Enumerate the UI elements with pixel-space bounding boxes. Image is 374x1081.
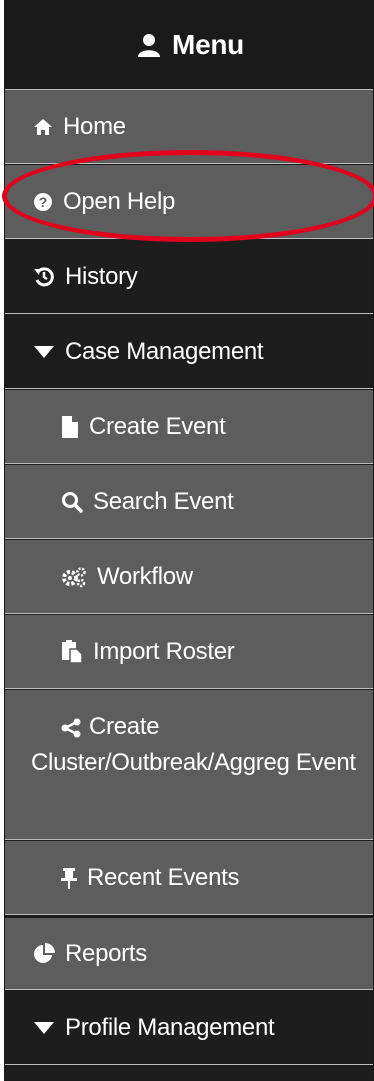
sidebar-item-label: Create: [61, 710, 373, 744]
sidebar-item-label: Search Event: [93, 487, 234, 515]
sidebar-item-label: Home: [63, 112, 126, 140]
search-icon: [61, 491, 83, 513]
side-menu: Menu Home ? Open Help History Case Manag…: [4, 0, 374, 1081]
sidebar-item-profile-management[interactable]: Profile Management: [5, 991, 373, 1065]
sidebar-item-label-line1: Create: [89, 713, 160, 740]
sidebar-item-workflow[interactable]: Workflow: [5, 540, 373, 614]
sidebar-item-label: Recent Events: [87, 863, 240, 891]
sidebar-item-home[interactable]: Home: [5, 90, 373, 164]
sidebar-item-label: Create Event: [89, 412, 226, 440]
history-icon: [33, 266, 55, 288]
sidebar-item-label: Import Roster: [93, 637, 235, 665]
sidebar-item-history[interactable]: History: [5, 240, 373, 314]
user-icon: [136, 32, 162, 58]
svg-text:?: ?: [39, 194, 48, 210]
home-icon: [33, 117, 53, 137]
sidebar-item-open-help[interactable]: ? Open Help: [5, 165, 373, 239]
sidebar-item-label: Open Help: [63, 187, 176, 215]
sidebar-item-label: Workflow: [97, 562, 193, 590]
sidebar-item-label: Case Management: [65, 337, 264, 365]
sidebar-item-label: Reports: [65, 939, 147, 967]
pie-chart-icon: [33, 942, 55, 965]
sidebar-item-create-event[interactable]: Create Event: [5, 390, 373, 464]
sidebar-item-label-rest: Cluster/Outbreak/Aggreg Event: [31, 749, 356, 776]
share-icon: [61, 718, 81, 738]
sidebar-item-case-management[interactable]: Case Management: [5, 315, 373, 389]
sidebar-item-label: History: [65, 262, 138, 290]
sidebar-item-recent-events[interactable]: Recent Events: [5, 841, 373, 915]
file-icon: [61, 415, 79, 439]
sidebar-item-import-roster[interactable]: Import Roster: [5, 615, 373, 689]
pushpin-icon: [61, 867, 77, 889]
caret-down-icon: [33, 345, 55, 359]
cogs-icon: [61, 566, 87, 588]
menu-title: Menu: [172, 29, 244, 60]
paste-icon: [61, 639, 83, 664]
menu-header: Menu: [5, 1, 373, 90]
sidebar-item-search-event[interactable]: Search Event: [5, 465, 373, 539]
sidebar-item-reports[interactable]: Reports: [5, 916, 373, 990]
caret-down-icon: [33, 1021, 55, 1035]
question-circle-icon: ?: [33, 192, 53, 212]
sidebar-item-label: Profile Management: [65, 1013, 275, 1041]
